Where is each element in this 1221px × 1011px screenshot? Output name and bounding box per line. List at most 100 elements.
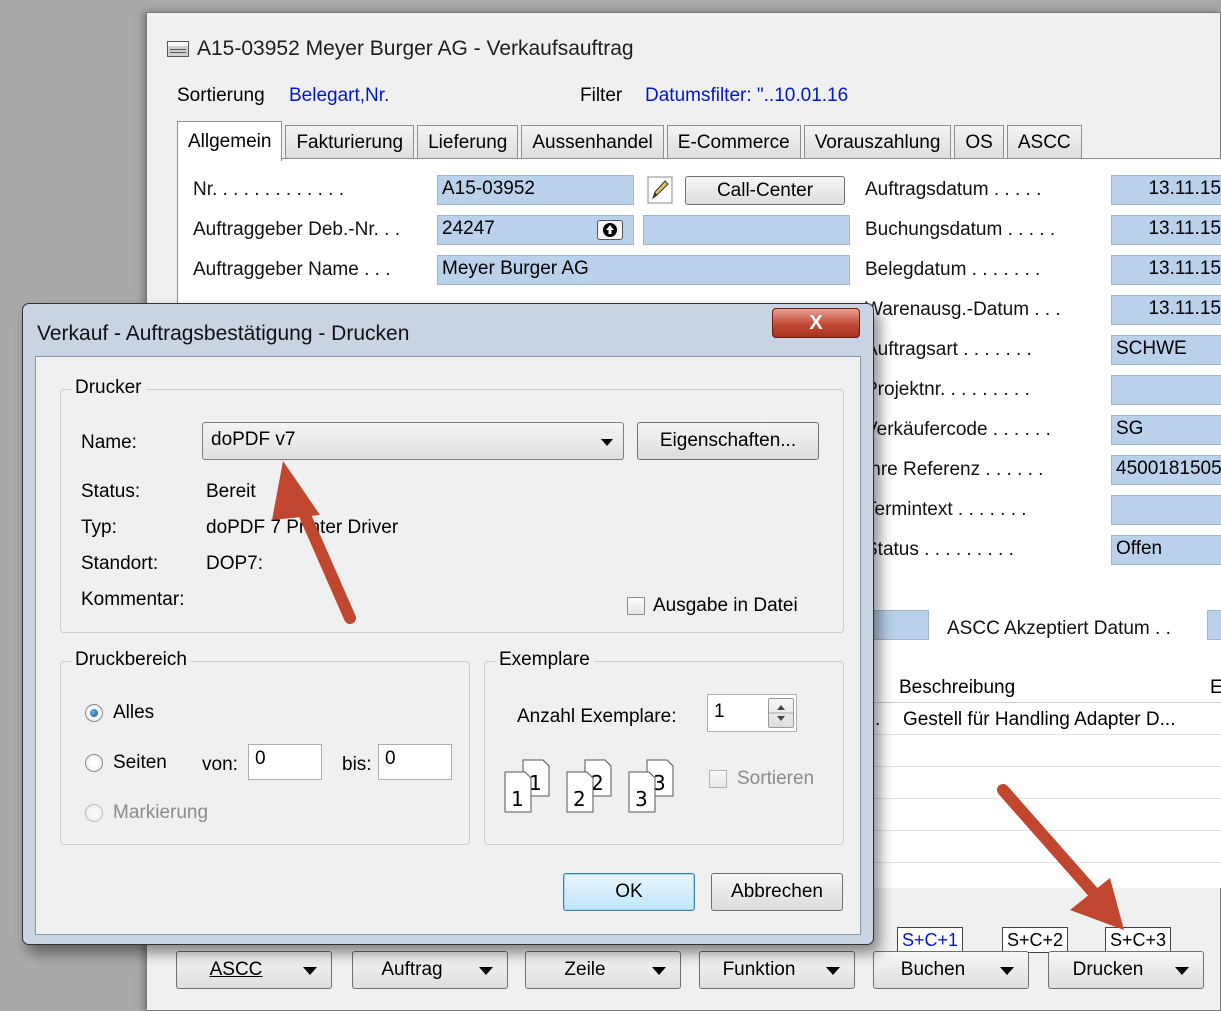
tab-vorauszahlung[interactable]: Vorauszahlung bbox=[803, 125, 952, 159]
status-label: Status . . . . . . . . . bbox=[865, 539, 1014, 560]
print-to-file-label[interactable]: Ausgabe in Datei bbox=[653, 595, 798, 617]
copies-count-value: 1 bbox=[714, 701, 725, 722]
filter-value[interactable]: Datumsfilter: "..10.01.16 bbox=[645, 85, 848, 107]
selection-label[interactable]: Markierung bbox=[113, 802, 208, 824]
table-row[interactable] bbox=[867, 801, 1221, 831]
order-type-field[interactable]: SCHWE bbox=[1111, 335, 1221, 365]
ok-button[interactable]: OK bbox=[563, 873, 695, 911]
cancel-button[interactable]: Abbrechen bbox=[711, 873, 843, 911]
svg-text:2: 2 bbox=[573, 787, 586, 811]
ascc-accepted-date-field[interactable] bbox=[1207, 610, 1221, 640]
lookup-arrow-icon[interactable] bbox=[597, 220, 623, 240]
term-text-field[interactable] bbox=[1111, 495, 1221, 525]
chevron-down-icon bbox=[601, 439, 613, 446]
order-menu-button[interactable]: Auftrag bbox=[352, 951, 508, 989]
tab-ascc[interactable]: ASCC bbox=[1006, 125, 1082, 159]
collate-label[interactable]: Sortieren bbox=[737, 768, 814, 790]
sort-value[interactable]: Belegart,Nr. bbox=[289, 85, 389, 107]
customer-name-label: Auftraggeber Name . . . bbox=[193, 259, 391, 280]
ascc-button-label: ASCC bbox=[209, 959, 263, 980]
status-label: Status: bbox=[81, 481, 141, 502]
window-title: A15-03952 Meyer Burger AG - Verkaufsauft… bbox=[197, 37, 634, 60]
svg-text:3: 3 bbox=[635, 787, 648, 811]
window-title-bar: A15-03952 Meyer Burger AG - Verkaufsauft… bbox=[167, 37, 634, 61]
line-button-label: Zeile bbox=[564, 959, 606, 980]
salesperson-code-field[interactable]: SG bbox=[1111, 415, 1221, 445]
form-icon bbox=[167, 41, 189, 57]
print-menu-button[interactable]: Drucken bbox=[1048, 951, 1204, 989]
filter-label: Filter bbox=[580, 85, 623, 106]
print-range-group-label: Druckbereich bbox=[71, 649, 191, 671]
document-date-field[interactable]: 13.11.15 bbox=[1111, 255, 1221, 285]
chevron-down-icon bbox=[826, 967, 840, 975]
comment-label: Kommentar: bbox=[81, 589, 185, 610]
from-page-input[interactable]: 0 bbox=[248, 744, 322, 780]
printer-name-value: doPDF v7 bbox=[211, 429, 296, 450]
printer-name-select[interactable]: doPDF v7 bbox=[202, 422, 624, 460]
shortcut-s-c-2[interactable]: S+C+2 bbox=[1002, 927, 1069, 953]
posting-date-field[interactable]: 13.11.15 bbox=[1111, 215, 1221, 245]
printer-properties-button[interactable]: Eigenschaften... bbox=[637, 422, 819, 460]
edit-pencil-icon[interactable] bbox=[647, 176, 673, 204]
your-reference-label: Ihre Referenz . . . . . . bbox=[865, 459, 1044, 480]
post-button-label: Buchen bbox=[900, 959, 966, 980]
function-menu-button[interactable]: Funktion bbox=[699, 951, 855, 989]
to-label: bis: bbox=[342, 754, 372, 775]
table-row[interactable]: . Gestell für Handling Adapter D... bbox=[867, 705, 1221, 735]
tab-allgemein[interactable]: Allgemein bbox=[177, 121, 283, 161]
tab-os[interactable]: OS bbox=[954, 125, 1004, 159]
from-label: von: bbox=[202, 754, 238, 775]
chevron-down-icon bbox=[479, 967, 493, 975]
chevron-down-icon bbox=[652, 967, 666, 975]
copies-count-label: Anzahl Exemplare: bbox=[517, 706, 677, 727]
chevron-down-icon bbox=[1175, 967, 1189, 975]
selection-radio[interactable] bbox=[85, 804, 103, 822]
status-field[interactable]: Offen bbox=[1111, 535, 1221, 565]
copies-spinner-icon[interactable] bbox=[768, 698, 794, 728]
project-number-field[interactable] bbox=[1111, 375, 1221, 405]
order-button-label: Auftrag bbox=[381, 959, 443, 980]
table-row[interactable] bbox=[867, 833, 1221, 863]
table-row[interactable] bbox=[867, 769, 1221, 799]
tab-ecommerce[interactable]: E-Commerce bbox=[666, 125, 801, 159]
print-button-label: Drucken bbox=[1072, 959, 1144, 980]
shortcut-s-c-1[interactable]: S+C+1 bbox=[897, 927, 964, 953]
to-page-input[interactable]: 0 bbox=[378, 744, 452, 780]
tab-lieferung[interactable]: Lieferung bbox=[417, 125, 519, 159]
customer-extra-field[interactable] bbox=[643, 215, 850, 245]
grid-header: Beschreibung E bbox=[867, 673, 1221, 703]
shortcut-s-c-3[interactable]: S+C+3 bbox=[1105, 927, 1172, 953]
row-description: Gestell für Handling Adapter D... bbox=[903, 709, 1176, 730]
dialog-close-button[interactable]: X bbox=[772, 308, 860, 338]
call-center-button[interactable]: Call-Center bbox=[685, 176, 845, 205]
order-type-label: Auftragsart . . . . . . . bbox=[865, 339, 1032, 360]
line-menu-button[interactable]: Zeile bbox=[525, 951, 681, 989]
function-button-label: Funktion bbox=[722, 959, 796, 980]
shipment-date-label: Warenausg.-Datum . . . bbox=[865, 299, 1061, 320]
all-pages-label[interactable]: Alles bbox=[113, 702, 154, 724]
status-value: Bereit bbox=[206, 481, 256, 502]
dialog-body: Drucker Name: doPDF v7 Eigenschaften... … bbox=[35, 356, 861, 935]
tab-fakturierung[interactable]: Fakturierung bbox=[285, 125, 415, 159]
table-row[interactable] bbox=[867, 737, 1221, 767]
copies-count-input[interactable]: 1 bbox=[707, 694, 797, 732]
printer-group-label: Drucker bbox=[71, 377, 146, 399]
post-menu-button[interactable]: Buchen bbox=[873, 951, 1029, 989]
page-range-radio[interactable] bbox=[85, 754, 103, 772]
page-range-label[interactable]: Seiten bbox=[113, 752, 167, 774]
ascc-left-field[interactable] bbox=[867, 610, 929, 640]
collate-checkbox[interactable] bbox=[709, 770, 727, 788]
all-pages-radio[interactable] bbox=[85, 704, 103, 722]
order-number-label: Nr. . . . . . . . . . . . . bbox=[193, 179, 344, 200]
description-column-header[interactable]: Beschreibung bbox=[899, 677, 1015, 699]
customer-name-field[interactable]: Meyer Burger AG bbox=[437, 255, 850, 285]
tab-aussenhandel[interactable]: Aussenhandel bbox=[521, 125, 664, 159]
print-dialog: Verkauf - Auftragsbestätigung - Drucken … bbox=[22, 303, 874, 945]
order-date-field[interactable]: 13.11.15 bbox=[1111, 175, 1221, 205]
column-header-e[interactable]: E bbox=[1210, 677, 1221, 699]
order-number-field[interactable]: A15-03952 bbox=[437, 175, 634, 205]
shipment-date-field[interactable]: 13.11.15 bbox=[1111, 295, 1221, 325]
ascc-menu-button[interactable]: ASCC bbox=[176, 951, 332, 989]
your-reference-field[interactable]: 4500181505 bbox=[1111, 455, 1221, 485]
print-to-file-checkbox[interactable] bbox=[627, 597, 645, 615]
